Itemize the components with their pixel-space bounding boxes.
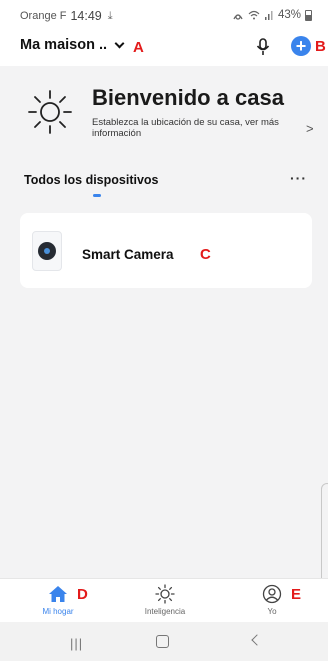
sun-icon (28, 90, 72, 134)
tab-label: Yo (267, 607, 277, 616)
recents-button[interactable]: ||| (70, 636, 83, 651)
device-name: Smart Camera (82, 247, 174, 262)
status-right: 43% (232, 9, 312, 21)
alarm-icon (233, 13, 243, 20)
welcome-title: Bienvenido a casa (92, 85, 284, 110)
sun-icon (155, 584, 175, 604)
tab-label: Mi hogar (42, 607, 74, 616)
user-icon (262, 584, 282, 604)
signal-icon (264, 11, 273, 20)
home-name-label: Ma maison .. (20, 37, 108, 53)
home-header: Ma maison .. A + B (0, 28, 328, 66)
tab-label: Inteligencia (144, 607, 186, 616)
tab-inteligencia[interactable]: Inteligencia (125, 583, 205, 616)
home-button[interactable] (156, 635, 169, 648)
tab-all-devices[interactable]: Todos los dispositivos (24, 173, 159, 187)
system-nav-bar: ||| (0, 622, 328, 661)
annotation-b: B (315, 38, 326, 55)
tab-indicator (93, 194, 101, 197)
download-icon: ⤓ (107, 9, 113, 22)
microphone-icon[interactable] (256, 38, 270, 56)
bottom-tab-bar: Mi hogar D Inteligencia Yo E (0, 578, 328, 622)
battery-icon (305, 9, 312, 21)
home-selector[interactable]: Ma maison .. (20, 37, 125, 53)
add-device-button[interactable]: + (291, 36, 311, 56)
status-left: Orange F 14:49 ⤓ (20, 9, 113, 23)
status-bar: Orange F 14:49 ⤓ 43% (0, 0, 328, 28)
annotation-d: D (77, 586, 88, 603)
annotation-c: C (200, 246, 211, 263)
back-button[interactable] (251, 634, 263, 646)
carrier-label: Orange F (20, 10, 67, 22)
camera-lens (38, 242, 56, 260)
camera-icon (32, 231, 62, 271)
home-icon (49, 586, 67, 602)
annotation-a: A (133, 39, 144, 56)
status-time: 14:49 (70, 9, 102, 23)
chevron-right-icon[interactable]: > (306, 121, 314, 136)
chevron-down-icon (114, 38, 125, 48)
device-card[interactable]: Smart Camera C (20, 213, 312, 288)
wifi-icon (248, 10, 260, 20)
battery-label: 43% (277, 9, 301, 21)
annotation-e: E (291, 586, 302, 603)
welcome-subtitle[interactable]: Establezca la ubicación de su casa, ver … (92, 117, 292, 139)
more-options-icon[interactable]: ··· (290, 170, 307, 186)
